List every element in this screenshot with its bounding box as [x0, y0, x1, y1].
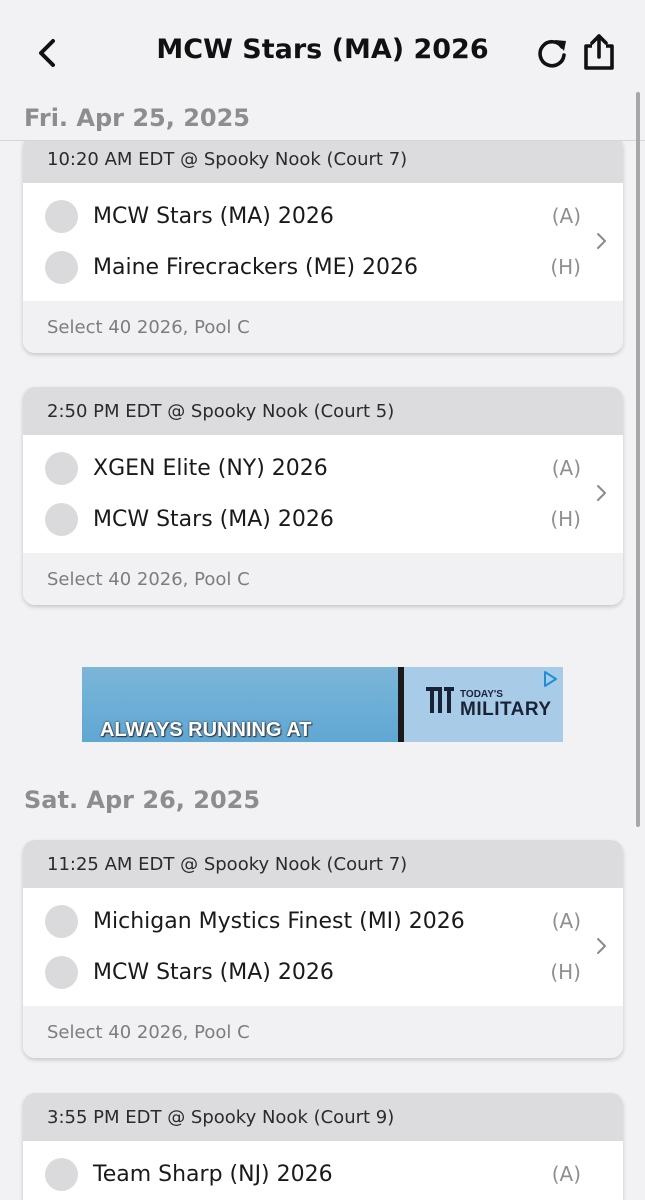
game-teams: Team Sharp (NJ) 2026 (A)	[23, 1141, 623, 1200]
game-card[interactable]: 10:20 AM EDT @ Spooky Nook (Court 7) MCW…	[23, 141, 623, 353]
chevron-left-icon	[39, 39, 55, 67]
team-side-tag: (A)	[551, 1162, 581, 1186]
ad-brand-panel: TODAY'S MILITARY	[404, 667, 563, 742]
game-division-pool: Select 40 2026, Pool C	[23, 301, 623, 353]
game-time-location: 2:50 PM EDT @ Spooky Nook (Court 5)	[23, 387, 623, 435]
team-row: MCW Stars (MA) 2026 (H)	[23, 947, 623, 997]
team-name: MCW Stars (MA) 2026	[93, 506, 334, 532]
schedule-list[interactable]: 10:20 AM EDT @ Spooky Nook (Court 7) MCW…	[0, 141, 645, 1200]
game-division-pool: Select 40 2026, Pool C	[23, 1006, 623, 1058]
todays-military-logo-icon	[426, 687, 454, 713]
team-name: Michigan Mystics Finest (MI) 2026	[93, 908, 465, 934]
share-icon	[584, 34, 614, 70]
share-button[interactable]	[578, 30, 620, 74]
scrollbar[interactable]	[636, 92, 640, 827]
team-logo	[45, 451, 78, 485]
game-division-pool: Select 40 2026, Pool C	[23, 553, 623, 605]
app-header: MCW Stars (MA) 2026	[0, 0, 645, 100]
day-header: Fri. Apr 25, 2025	[24, 104, 251, 132]
game-teams: MCW Stars (MA) 2026 (A) Maine Firecracke…	[23, 183, 623, 301]
game-time-location: 3:55 PM EDT @ Spooky Nook (Court 9)	[23, 1093, 623, 1141]
game-time-location: 10:20 AM EDT @ Spooky Nook (Court 7)	[23, 141, 623, 183]
ad-brand-main: MILITARY	[460, 699, 552, 720]
team-side-tag: (A)	[551, 909, 581, 933]
refresh-button[interactable]	[532, 32, 572, 74]
game-card[interactable]: 3:55 PM EDT @ Spooky Nook (Court 9) Team…	[23, 1093, 623, 1200]
team-row: MCW Stars (MA) 2026 (H)	[23, 494, 623, 544]
team-name: XGEN Elite (NY) 2026	[93, 455, 328, 481]
game-teams: XGEN Elite (NY) 2026 (A) MCW Stars (MA) …	[23, 435, 623, 553]
team-logo	[45, 1157, 78, 1191]
game-teams: Michigan Mystics Finest (MI) 2026 (A) MC…	[23, 888, 623, 1006]
team-name: Maine Firecrackers (ME) 2026	[93, 254, 419, 280]
ad-banner[interactable]: ALWAYS RUNNING AT TODAY'S MILITARY	[82, 667, 563, 742]
team-logo	[45, 904, 78, 938]
chevron-right-icon	[597, 233, 606, 249]
refresh-icon	[538, 39, 566, 68]
team-row: Michigan Mystics Finest (MI) 2026 (A)	[23, 896, 623, 946]
game-card[interactable]: 11:25 AM EDT @ Spooky Nook (Court 7) Mic…	[23, 840, 623, 1058]
team-side-tag: (A)	[551, 456, 581, 480]
ad-image: ALWAYS RUNNING AT	[82, 667, 398, 742]
game-time-location: 11:25 AM EDT @ Spooky Nook (Court 7)	[23, 840, 623, 888]
chevron-right-icon	[597, 938, 606, 954]
ad-headline: ALWAYS RUNNING AT	[100, 719, 312, 741]
team-side-tag: (H)	[550, 960, 581, 984]
team-side-tag: (A)	[551, 204, 581, 228]
team-row: Team Sharp (NJ) 2026 (A)	[23, 1149, 623, 1199]
team-logo	[45, 250, 78, 284]
team-row: XGEN Elite (NY) 2026 (A)	[23, 443, 623, 493]
team-row: MCW Stars (MA) 2026 (A)	[23, 191, 623, 241]
team-name: Team Sharp (NJ) 2026	[93, 1161, 333, 1187]
back-button[interactable]	[30, 32, 64, 74]
ad-choices-icon[interactable]	[541, 670, 559, 688]
team-side-tag: (H)	[550, 507, 581, 531]
chevron-right-icon	[597, 485, 606, 501]
team-row: Maine Firecrackers (ME) 2026 (H)	[23, 242, 623, 292]
day-header: Sat. Apr 26, 2025	[24, 786, 261, 814]
game-card[interactable]: 2:50 PM EDT @ Spooky Nook (Court 5) XGEN…	[23, 387, 623, 605]
team-logo	[45, 199, 78, 233]
team-name: MCW Stars (MA) 2026	[93, 959, 334, 985]
team-side-tag: (H)	[550, 255, 581, 279]
page-title: MCW Stars (MA) 2026	[156, 34, 489, 65]
team-logo	[45, 955, 78, 989]
team-name: MCW Stars (MA) 2026	[93, 203, 334, 229]
team-logo	[45, 502, 78, 536]
